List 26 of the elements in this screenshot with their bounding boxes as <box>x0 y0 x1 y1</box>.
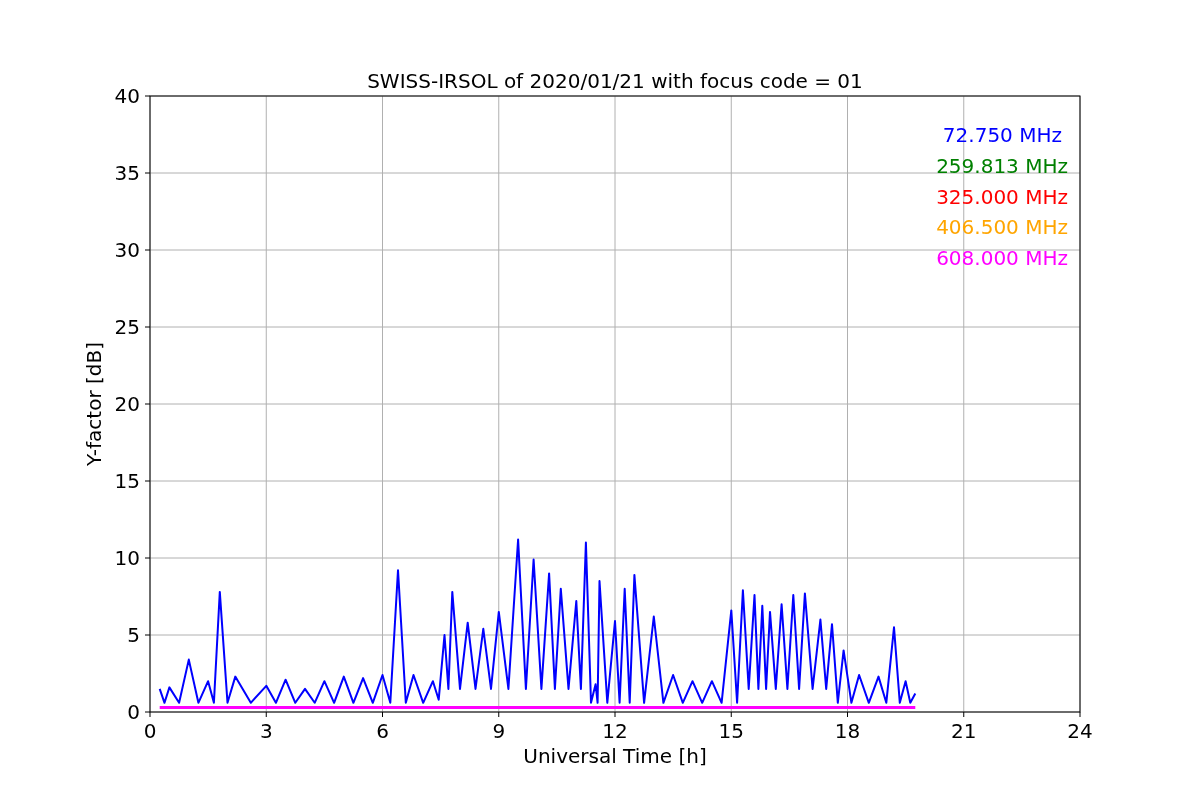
tick-label: 5 <box>127 623 140 647</box>
tick-label: 3 <box>259 719 273 743</box>
tick-label: 10 <box>114 546 140 570</box>
tick-label: 15 <box>718 719 744 743</box>
tick-label: 25 <box>114 315 140 339</box>
tick-label: 0 <box>127 700 140 724</box>
chart-title: SWISS-IRSOL of 2020/01/21 with focus code = 01 <box>367 69 863 93</box>
tick-label: 9 <box>492 719 506 743</box>
tick-label: 12 <box>602 719 628 743</box>
legend-label: 259.813 MHz <box>936 153 1068 178</box>
tick-label: 24 <box>1067 719 1093 743</box>
tick-label: 21 <box>951 719 977 743</box>
tick-label: 35 <box>114 161 140 185</box>
axis-label: Universal Time [h] <box>523 744 707 768</box>
tick-label: 30 <box>114 238 140 262</box>
legend-label: 72.750 MHz <box>942 123 1062 147</box>
tick-label: 15 <box>114 469 140 493</box>
legend-label: 406.500 MHz <box>936 215 1068 240</box>
tick-label: 20 <box>114 392 140 416</box>
legend-label: 325.000 MHz <box>936 184 1068 209</box>
tick-label: 0 <box>143 719 157 743</box>
tick-label: 18 <box>834 719 861 743</box>
legend-label: 608.000 MHz <box>936 246 1068 271</box>
tick-label: 6 <box>376 719 389 743</box>
axis-label: Y-factor [dB] <box>82 342 106 466</box>
tick-label: 40 <box>114 84 140 108</box>
